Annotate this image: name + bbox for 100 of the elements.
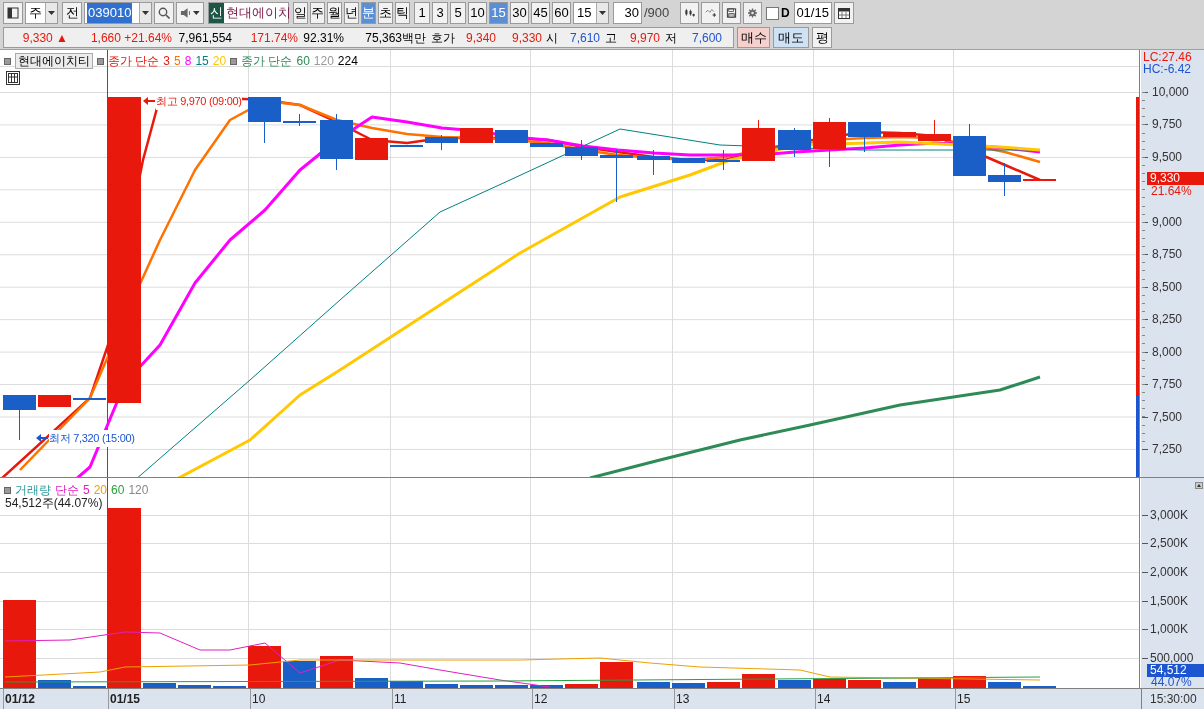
period-tab[interactable]: 30 (510, 2, 529, 24)
period-tab[interactable]: 1 (414, 2, 430, 24)
candlestick (637, 149, 670, 176)
axis-label: 9,500 (1152, 150, 1183, 164)
quote-value: 92.31% (302, 29, 344, 47)
prev-button[interactable]: 전 (62, 2, 82, 24)
axis-label: 8,750 (1152, 248, 1183, 262)
candlestick (813, 117, 846, 168)
period-tab[interactable]: 일 (293, 2, 308, 24)
period-tab[interactable]: 5 (450, 2, 466, 24)
grid-button[interactable] (5, 70, 21, 86)
calendar-button[interactable] (833, 2, 854, 24)
current-volume-tag: 54,512 (1147, 664, 1204, 677)
price-annotation: 최저 7,320 (15:00) (49, 430, 135, 447)
toolbar-button[interactable] (680, 2, 699, 24)
volume-bar (600, 662, 633, 688)
candlestick (1023, 179, 1056, 181)
volume-bar (918, 678, 951, 688)
period-tab[interactable]: 틱 (395, 2, 410, 24)
quote-value: 1,660 +21.64% (89, 29, 172, 47)
axis-label: 7,500 (1152, 410, 1183, 424)
date-label: 11 (394, 692, 407, 706)
stock-legend-button[interactable]: 현대에이치티 (15, 53, 93, 69)
axis-label: 8,250 (1152, 313, 1183, 327)
d-checkbox-label: D (781, 5, 790, 22)
volume-bar (530, 685, 563, 688)
caret-icon (599, 11, 606, 15)
legend-period: 5 (83, 482, 90, 498)
quote-value: 9,330 ▲ (21, 29, 68, 47)
interval-dropdown[interactable]: 15 (573, 2, 609, 24)
axis-label: 8,500 (1152, 280, 1183, 294)
quote-value: 171.74% (249, 29, 298, 47)
order-button[interactable]: 매도 (773, 27, 809, 48)
date-label: 15 (957, 692, 971, 706)
candlestick (988, 162, 1021, 197)
period-tab[interactable]: 60 (552, 2, 571, 24)
line-add-icon (705, 6, 716, 20)
panel-button[interactable] (3, 2, 23, 24)
settings-icon (747, 6, 758, 20)
candlestick (38, 395, 71, 407)
date-label: 12 (534, 692, 548, 706)
speaker-icon (180, 7, 192, 19)
axis-label: 1,500K (1150, 595, 1189, 608)
caret-icon (1197, 484, 1201, 487)
legend-label: 종가 단순 (241, 53, 293, 70)
axis-label: 2,500K (1150, 537, 1189, 550)
volume-bar (848, 680, 881, 688)
volume-readout: 54,512주(44.07%) (5, 496, 103, 512)
axis-label: 500,000 (1150, 652, 1194, 665)
axis-label: 3,000K (1150, 509, 1189, 522)
volume-bar (637, 682, 670, 688)
legend-period: 224 (337, 53, 358, 70)
volume-bar (813, 679, 846, 688)
period-tab[interactable]: 월 (327, 2, 342, 24)
arrow-icon (36, 434, 48, 443)
toolbar-button[interactable] (743, 2, 762, 24)
date-field[interactable]: 01/15 (793, 2, 832, 24)
d-checkbox[interactable] (766, 6, 779, 20)
axis-label: 9,750 (1152, 118, 1183, 132)
search-button[interactable] (154, 2, 174, 24)
period-tab[interactable]: 10 (468, 2, 487, 24)
caret-icon (193, 11, 200, 15)
period-tab[interactable]: 주 (310, 2, 325, 24)
legend-period: 15 (195, 53, 209, 70)
table-icon (6, 71, 20, 85)
hc-value: HC:-6.42 (1143, 63, 1192, 76)
candlestick (883, 132, 916, 137)
caret-icon (48, 11, 55, 15)
candlestick (248, 96, 281, 144)
count-field[interactable]: 30 (613, 2, 642, 24)
legend-label: 거래량 (15, 482, 51, 498)
code-field[interactable]: 039010 (84, 2, 152, 24)
candlestick (460, 128, 493, 143)
toolbar-button[interactable] (722, 2, 741, 24)
pane-toggle-button[interactable] (1195, 482, 1203, 489)
volume-bar (988, 682, 1021, 688)
period-tab[interactable]: 년 (344, 2, 359, 24)
period-tab[interactable]: 초 (378, 2, 393, 24)
order-button[interactable]: 평 (812, 27, 832, 48)
speaker-button[interactable] (176, 2, 204, 24)
price-annotation: 최고 9,970 (09:00) (156, 93, 242, 110)
date-label: 01/15 (110, 692, 141, 706)
quote-value: 9,330 (510, 29, 542, 47)
candlestick (600, 149, 633, 203)
candlestick (283, 113, 316, 127)
axis-label: 2,000K (1150, 566, 1189, 579)
period-tab[interactable]: 45 (531, 2, 550, 24)
volume-bar (38, 680, 71, 688)
date-label: 13 (676, 692, 690, 706)
save-icon (726, 6, 737, 20)
candlestick (707, 149, 740, 171)
order-button[interactable]: 매수 (737, 27, 770, 48)
volume-bar (565, 684, 598, 688)
axis-label: 7,750 (1152, 378, 1183, 392)
caret-icon (142, 11, 149, 15)
volume-bar (355, 678, 388, 688)
axis-label: 1,000K (1150, 623, 1189, 636)
candlestick (778, 127, 811, 158)
period-tab[interactable]: 3 (432, 2, 448, 24)
market-dropdown[interactable]: 주 (25, 2, 58, 24)
